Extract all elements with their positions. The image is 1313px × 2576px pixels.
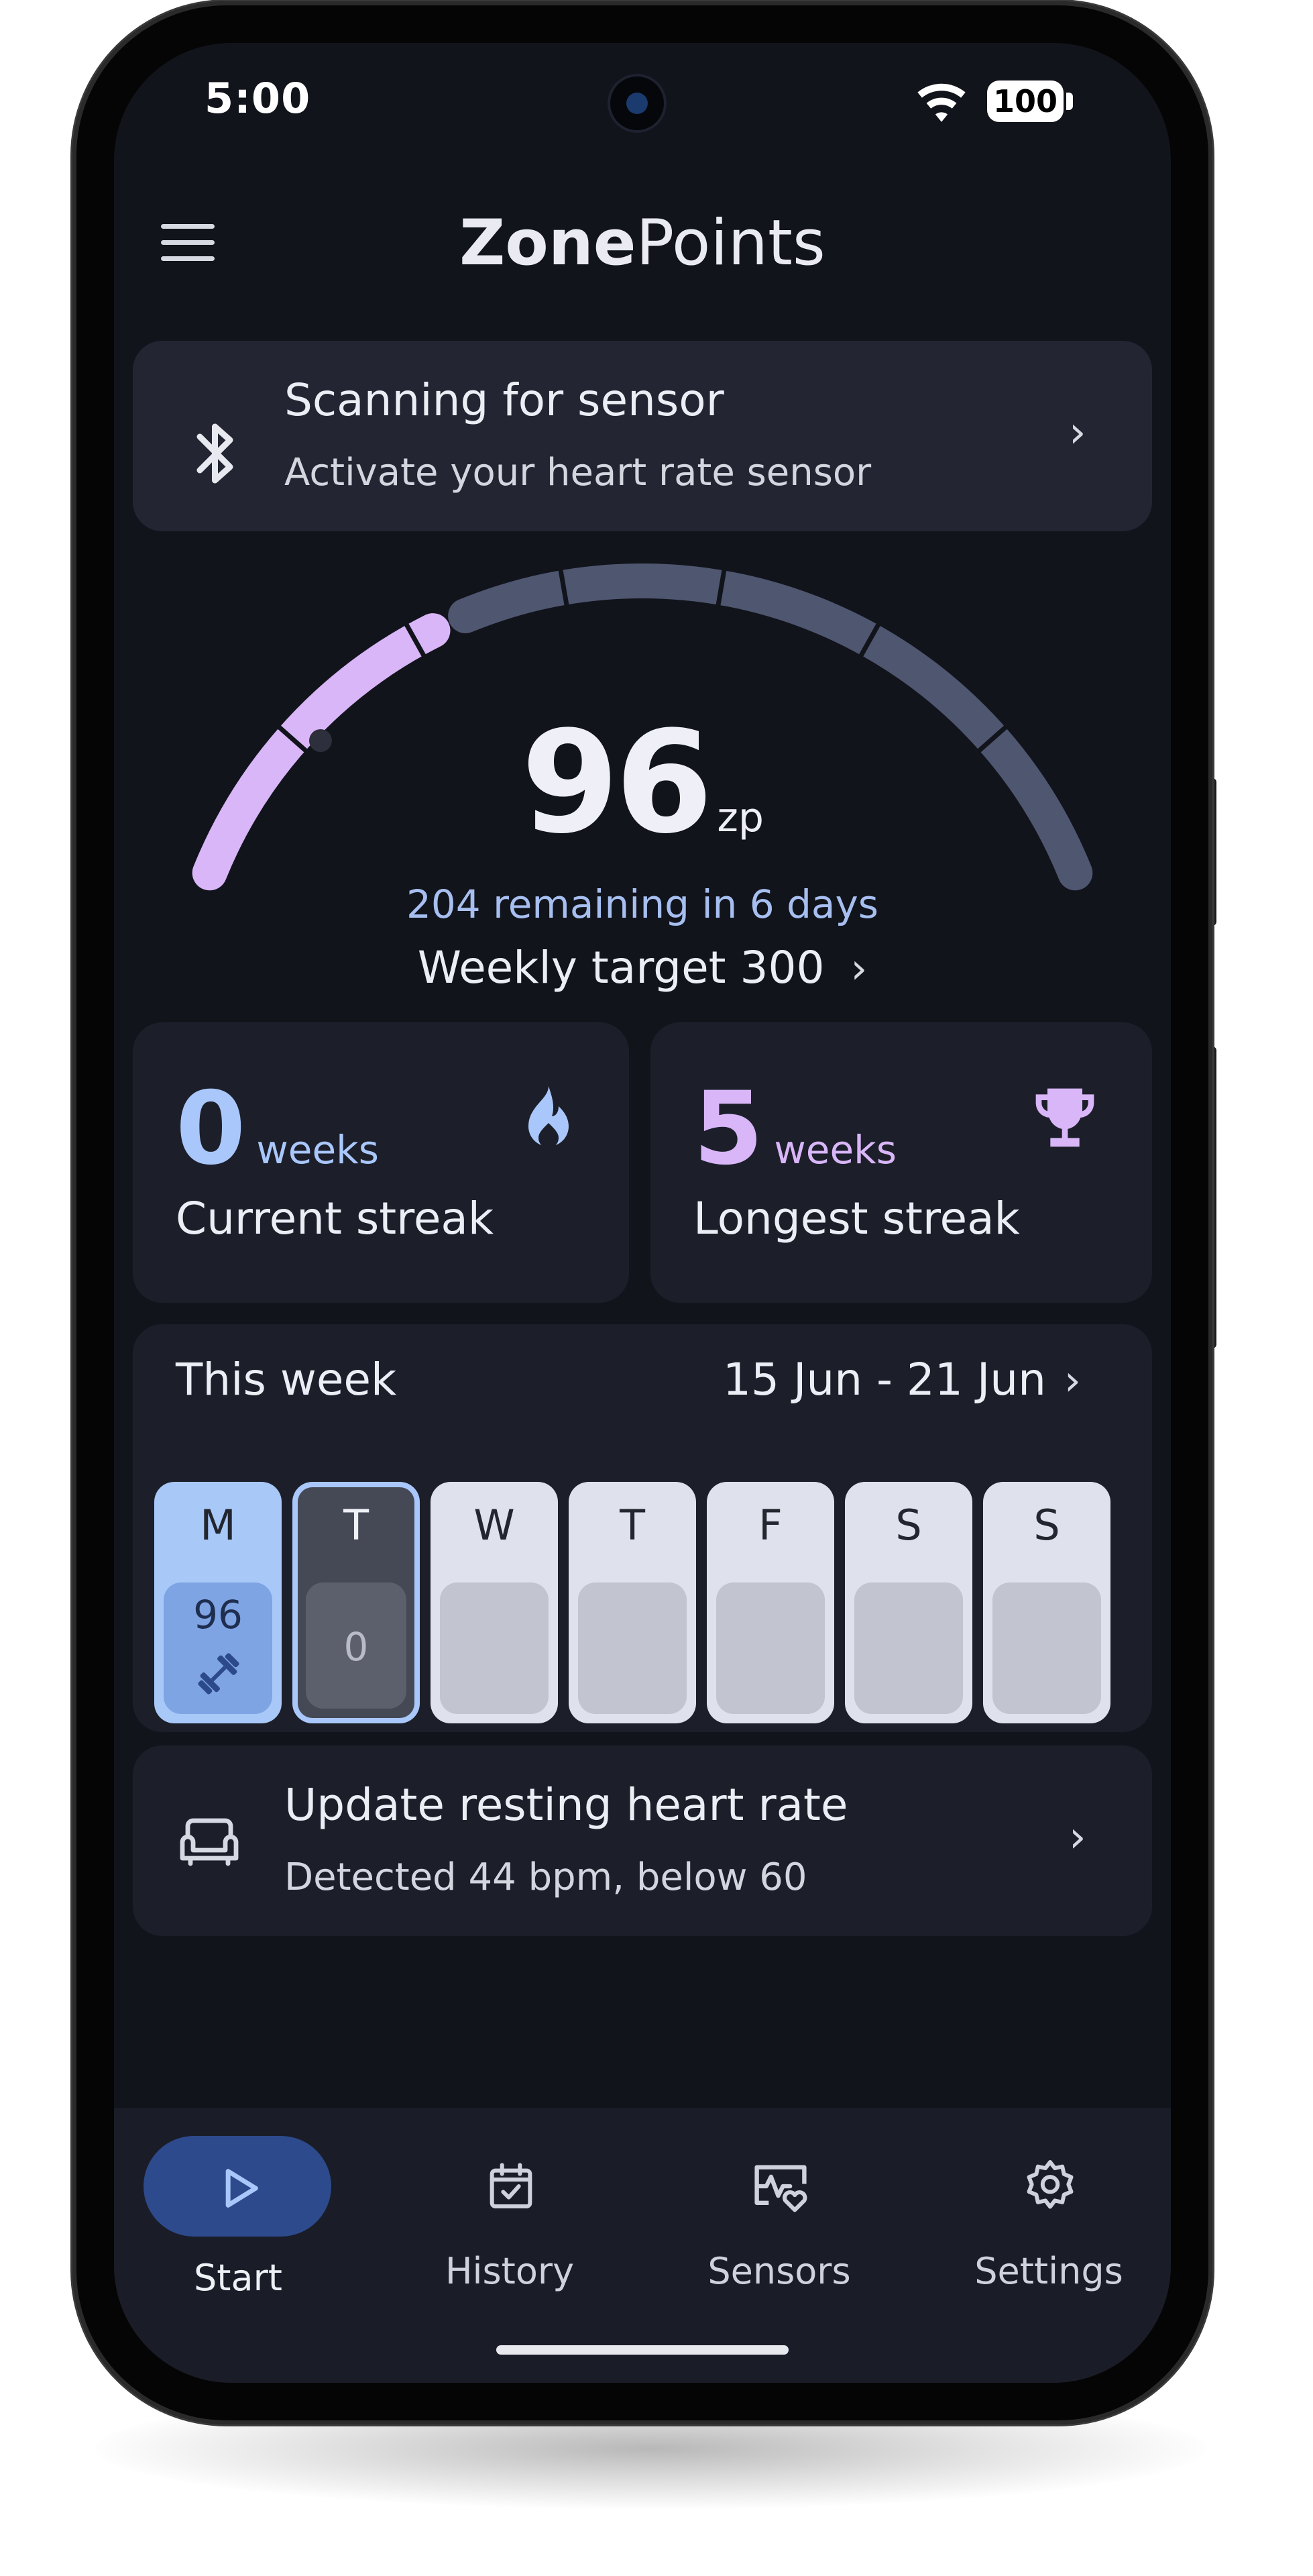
play-icon — [225, 2169, 258, 2208]
day-points-slot — [716, 1582, 825, 1714]
flame-icon — [528, 1086, 569, 1148]
sensor-card[interactable]: Scanning for sensor Activate your heart … — [133, 341, 1152, 531]
rhr-card-title: Update resting heart rate — [284, 1779, 848, 1831]
trophy-icon — [1035, 1088, 1094, 1147]
phone-frame: 5:00 100 ZonePoints Scanning for sensor … — [72, 1, 1212, 2424]
day-points-slot — [992, 1582, 1101, 1714]
sofa-icon — [180, 1818, 239, 1866]
day-points: 96 — [193, 1592, 243, 1638]
longest-streak-value: 5 — [693, 1071, 764, 1187]
day-points: 0 — [343, 1624, 369, 1670]
current-streak-card[interactable]: 0 weeks Current streak — [133, 1022, 629, 1303]
day-points-slot — [578, 1582, 687, 1714]
points-display: 96 zp — [114, 700, 1171, 865]
day-letter: F — [758, 1501, 783, 1550]
day-friday[interactable]: F — [707, 1482, 834, 1723]
front-camera — [608, 74, 667, 133]
longest-streak-card[interactable]: 5 weeks Longest streak — [650, 1022, 1152, 1303]
nav-label: Sensors — [707, 2250, 851, 2292]
day-letter: T — [343, 1501, 369, 1550]
day-points-slot: 96 — [164, 1582, 272, 1714]
longest-streak-value-row: 5 weeks — [693, 1079, 897, 1179]
nav-label: Settings — [974, 2250, 1123, 2292]
sensor-card-title: Scanning for sensor — [284, 374, 724, 426]
status-time: 5:00 — [205, 74, 311, 123]
weekly-target-link[interactable]: Weekly target 300 › — [114, 942, 1171, 994]
points-value: 96 — [521, 700, 713, 865]
day-letter: W — [473, 1501, 515, 1550]
day-sunday[interactable]: S — [983, 1482, 1110, 1723]
current-streak-value-row: 0 weeks — [176, 1079, 379, 1179]
week-title: This week — [176, 1354, 397, 1405]
day-letter: T — [620, 1501, 645, 1550]
wifi-icon — [917, 83, 966, 122]
remaining-text: 204 remaining in 6 days — [406, 881, 878, 927]
nav-label: Start — [194, 2257, 282, 2299]
current-streak-value: 0 — [176, 1071, 246, 1187]
resting-heart-rate-card[interactable]: Update resting heart rate Detected 44 bp… — [133, 1746, 1152, 1936]
chevron-right-icon: › — [1064, 1356, 1081, 1405]
day-tuesday[interactable]: T 0 — [292, 1482, 420, 1723]
weekly-target-label: Weekly target 300 — [417, 942, 825, 994]
current-streak-label: Current streak — [176, 1193, 494, 1244]
day-points-slot: 0 — [306, 1582, 406, 1709]
heart-monitor-icon — [754, 2165, 807, 2212]
app-title-rest: Points — [636, 207, 825, 280]
battery-tip — [1066, 93, 1073, 110]
screen: 5:00 100 ZonePoints Scanning for sensor … — [114, 43, 1171, 2383]
day-wednesday[interactable]: W — [431, 1482, 558, 1723]
rhr-card-subtitle: Detected 44 bpm, below 60 — [284, 1856, 807, 1899]
home-indicator — [496, 2345, 789, 2355]
chevron-right-icon: › — [1069, 1813, 1086, 1862]
longest-streak-unit: weeks — [774, 1127, 897, 1173]
day-letter: S — [1033, 1501, 1060, 1550]
chevron-right-icon: › — [1069, 408, 1086, 458]
dumbbell-icon — [198, 1653, 239, 1695]
app-title-bold: Zone — [459, 207, 636, 280]
current-streak-unit: weeks — [256, 1127, 379, 1173]
chevron-right-icon: › — [850, 944, 868, 993]
points-unit: zp — [717, 794, 764, 841]
day-points-slot — [854, 1582, 963, 1714]
calendar-check-icon — [490, 2163, 532, 2208]
longest-streak-label: Longest streak — [693, 1193, 1020, 1244]
battery-indicator: 100 — [987, 80, 1064, 122]
day-points-slot — [440, 1582, 549, 1714]
sensor-card-subtitle: Activate your heart rate sensor — [284, 451, 872, 494]
day-letter: M — [200, 1501, 236, 1550]
day-monday[interactable]: M 96 — [154, 1482, 282, 1723]
day-letter: S — [895, 1501, 922, 1550]
day-thursday[interactable]: T — [569, 1482, 696, 1723]
nav-label: History — [445, 2250, 575, 2292]
app-title: ZonePoints — [114, 207, 1171, 280]
week-range-link[interactable]: 15 Jun - 21 Jun › — [723, 1354, 1081, 1405]
week-range: 15 Jun - 21 Jun — [723, 1354, 1046, 1405]
day-saturday[interactable]: S — [845, 1482, 972, 1723]
bluetooth-icon — [196, 423, 233, 484]
gear-icon — [1027, 2160, 1074, 2209]
